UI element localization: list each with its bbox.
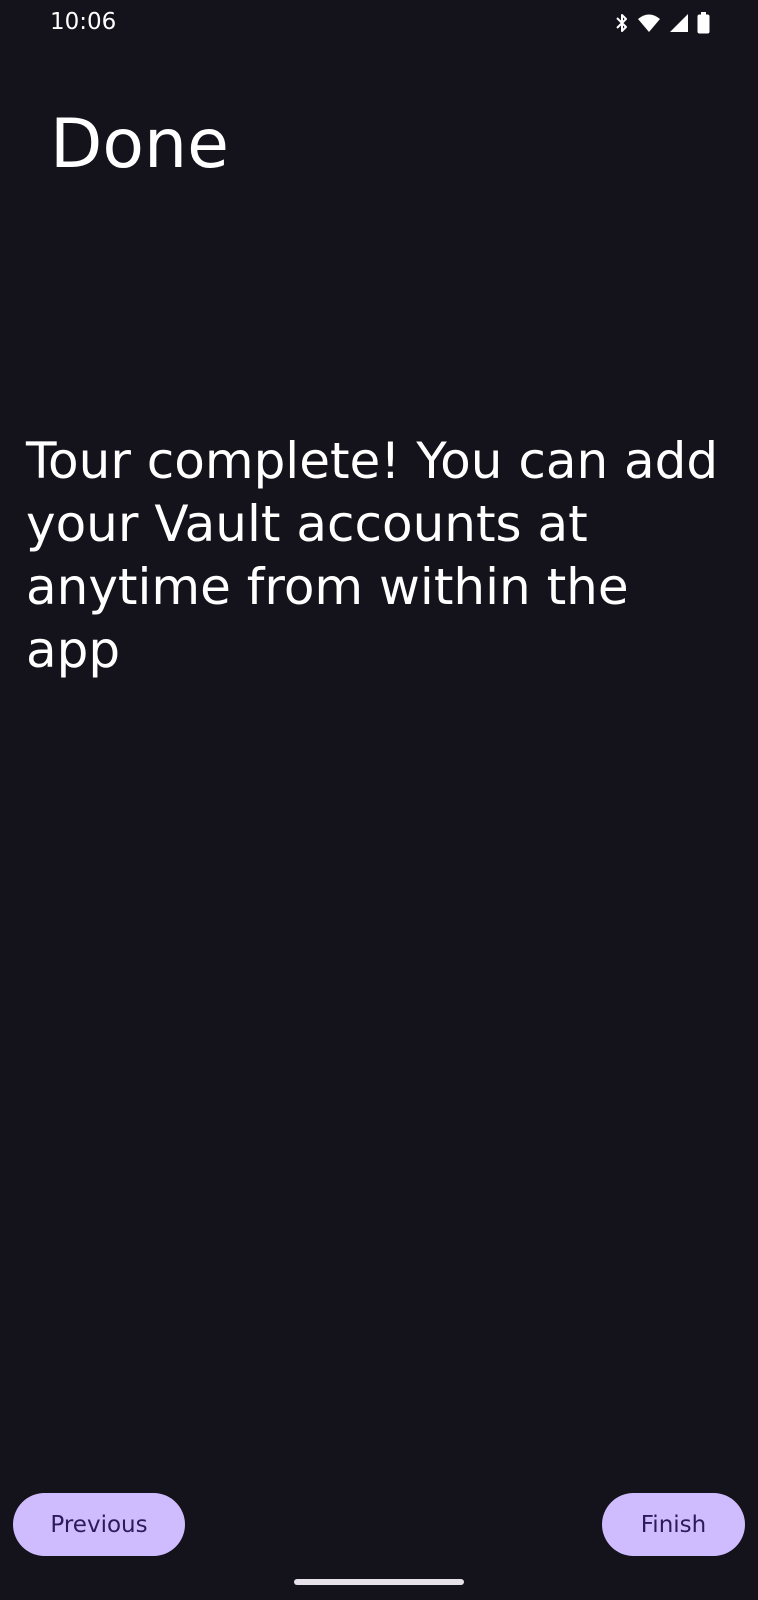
finish-button-label: Finish	[640, 1511, 707, 1538]
cell-signal-icon	[669, 13, 689, 33]
bluetooth-icon	[615, 12, 629, 34]
battery-icon	[697, 12, 710, 34]
status-icons	[615, 10, 710, 36]
status-bar: 10:06	[0, 0, 758, 48]
previous-button[interactable]: Previous	[13, 1493, 185, 1556]
finish-button[interactable]: Finish	[602, 1493, 745, 1556]
wifi-icon	[637, 13, 661, 33]
page-title: Done	[50, 105, 229, 184]
status-time: 10:06	[50, 9, 117, 35]
tour-complete-message: Tour complete! You can add your Vault ac…	[26, 432, 719, 679]
previous-button-label: Previous	[50, 1511, 148, 1538]
gesture-navigation-handle[interactable]	[294, 1579, 464, 1585]
